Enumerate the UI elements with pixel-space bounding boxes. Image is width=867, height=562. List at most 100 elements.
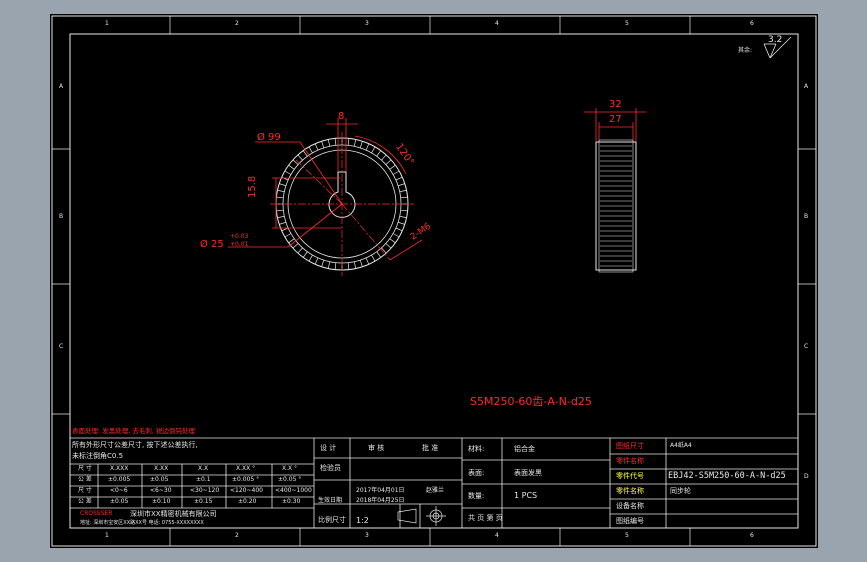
company-logo: CROSSSER [80, 510, 113, 517]
projection-symbol [397, 506, 446, 526]
tol-r2-c1: ±0.05 [110, 498, 129, 505]
pulley-tooth [376, 150, 382, 157]
tb-design-date: 2017年04月01日 [356, 487, 405, 494]
tb-scale-value: 1:2 [356, 516, 369, 525]
dim-total-width: 32 [609, 99, 622, 110]
dim-keyway-width: 8 [338, 111, 345, 122]
pulley-tooth [314, 257, 319, 265]
pulley-tooth [321, 141, 325, 148]
pulley-tooth [327, 139, 331, 147]
zone-bottom-6: 6 [750, 532, 754, 539]
company-address: 地址: 深圳市宝安区XX路XX号 电话: 0755-XXXXXXXX [80, 520, 204, 526]
zone-bottom-1: 1 [105, 532, 109, 539]
zone-left-c: C [59, 343, 64, 350]
tb-review-label: 审 核 [368, 444, 385, 452]
pulley-tooth [308, 254, 313, 262]
tb-drawing-name-label: 零件名称 [616, 457, 644, 465]
tb-designer-name: 赵雅兰 [426, 487, 445, 494]
tol-r2-c3: ±0.15 [194, 498, 213, 505]
tb-code-value: EBJ42-S5M250-60-A-N-d25 [668, 471, 786, 481]
pulley-tooth [297, 247, 303, 254]
pulley-tooth [365, 143, 370, 151]
zone-right-d: D [804, 473, 809, 480]
pulley-tooth [395, 176, 403, 181]
drawing-sheet: 1 2 3 4 5 6 1 2 3 4 5 6 A B C A B C D 其余… [50, 14, 818, 548]
tb-equipment-label: 设备名称 [616, 502, 644, 510]
tb-sheet-label: 共 页 第 页 [468, 514, 503, 522]
pulley-tooth [327, 261, 331, 269]
zone-bottom-5: 5 [625, 532, 629, 539]
tb-drawing-no-value: A4纸A4 [670, 442, 692, 449]
tol-header-5: X.X ° [282, 465, 298, 472]
tb-material-value: 铝合金 [514, 445, 535, 453]
dim-bore-diameter: Ø 25 [200, 239, 224, 250]
pulley-tooth [381, 154, 387, 161]
tol-r0-c5: ±0.05 ° [278, 476, 302, 483]
zone-bottom-2: 2 [235, 532, 239, 539]
tb-scale-label: 比例尺寸 [318, 516, 346, 524]
pulley-tooth [281, 176, 289, 181]
note-surface-treatment: 表面处理: 发黑处理, 去毛刺, 锐边倒钝处理 [72, 427, 196, 435]
tb-surface-label: 表面: [468, 469, 485, 477]
pulley-tooth [277, 215, 285, 219]
tol-r1-c5: <400~1000 [275, 487, 312, 494]
note-tolerance-line2: 未标注倒角C0.5 [72, 452, 124, 460]
pulley-tooth [359, 260, 363, 267]
pulley-tooth [314, 143, 319, 151]
tol-r0-c4: ±0.005 ° [232, 476, 260, 483]
pulley-tooth [292, 159, 299, 165]
tol-header-2: X.XX [154, 465, 169, 472]
pulley-tooth [389, 238, 396, 244]
side-teeth [600, 145, 632, 267]
zone-top-4: 4 [495, 20, 499, 27]
pulley-tooth [359, 141, 363, 148]
pulley-tooth [334, 138, 337, 146]
tol-header-0: 尺 寸 [78, 465, 92, 472]
zone-right-a: A [804, 83, 809, 90]
pulley-tooth [371, 254, 376, 262]
tol-r0-c0: 公 差 [78, 476, 92, 483]
pulley-tooth [398, 221, 405, 225]
tb-review-date-label: 生效日期 [318, 497, 343, 504]
tb-material-label: 材料: [468, 445, 485, 453]
pulley-tooth [279, 221, 286, 225]
company-name: 深圳市XX精密机械有限公司 [130, 510, 217, 518]
pulley-tooth [347, 262, 350, 270]
pulley-tooth [321, 260, 325, 267]
dim-keyway-depth: 15.8 [247, 175, 258, 198]
side-view [584, 108, 646, 273]
pulley-tooth [297, 154, 303, 161]
tb-drawing-no-label: 图纸尺寸 [616, 442, 644, 450]
dim-bore-tol-upper: +0.03 [230, 233, 249, 240]
zone-left-a: A [59, 83, 64, 90]
dim-bore-tol-lower: +0.01 [230, 241, 249, 248]
pulley-tooth [276, 196, 284, 199]
pulley-tooth [292, 243, 299, 249]
tol-r1-c1: <0~6 [110, 487, 128, 494]
pulley-tooth [353, 139, 357, 147]
tol-header-4: X.XX ° [236, 465, 256, 472]
pulley-tooth [334, 262, 337, 270]
pulley-tooth [276, 209, 284, 212]
note-tolerance-line1: 所有外形尺寸公差尺寸, 按下述公差执行, [72, 441, 198, 449]
tb-review-date: 2018年04月25日 [356, 497, 405, 504]
tol-r2-c4: ±0.20 [238, 498, 257, 505]
zone-top-6: 6 [750, 20, 754, 27]
pulley-tooth [302, 251, 308, 258]
surface-finish-value: 3.2 [768, 35, 783, 45]
tol-r2-c2: ±0.10 [152, 498, 171, 505]
tb-quantity-label: 数量: [468, 492, 485, 500]
pulley-tooth [392, 233, 400, 238]
zone-top-2: 2 [235, 20, 239, 27]
tb-quantity-value: 1 PCS [514, 491, 538, 500]
pulley-tooth [277, 189, 285, 193]
zone-bottom-3: 3 [365, 532, 369, 539]
pulley-tooth [398, 183, 405, 187]
tol-r0-c3: ±0.1 [196, 476, 211, 483]
pulley-tooth [395, 227, 403, 232]
tol-r2-c0: 公 差 [78, 498, 92, 505]
pulley-tooth [389, 164, 396, 170]
pulley-tooth [392, 170, 400, 175]
zone-top-5: 5 [625, 20, 629, 27]
zone-bottom-4: 4 [495, 532, 499, 539]
